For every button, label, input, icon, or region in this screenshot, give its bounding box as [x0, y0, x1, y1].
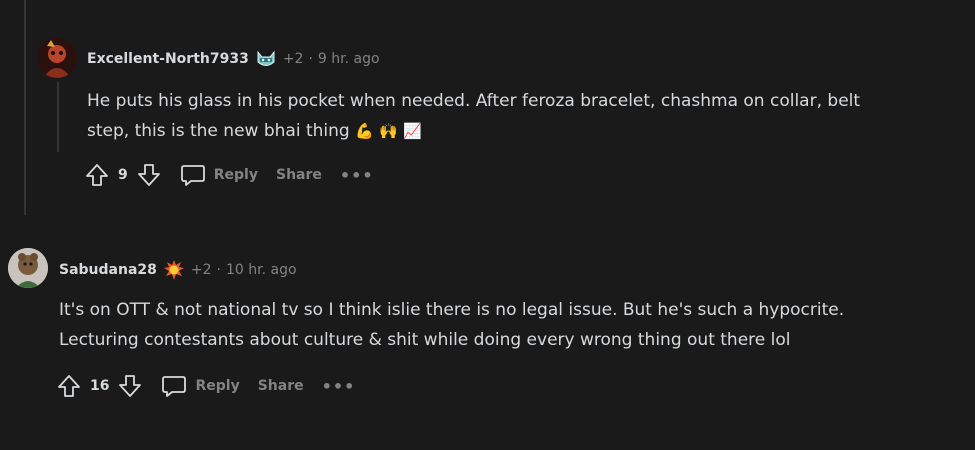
- downvote-icon[interactable]: [136, 162, 162, 188]
- comment-bubble-icon: [180, 162, 206, 188]
- comment-body: He puts his glass in his pocket when nee…: [87, 86, 967, 146]
- share-button[interactable]: Share: [258, 378, 304, 394]
- raised-hands-emoji: 🙌: [379, 122, 398, 140]
- separator-dot: ·: [308, 51, 313, 67]
- avatar[interactable]: [37, 38, 77, 78]
- vote-count: 16: [90, 378, 110, 394]
- downvote-icon[interactable]: [117, 373, 143, 399]
- comment-bubble-icon: [161, 373, 187, 399]
- chart-increasing-emoji: 📈: [403, 122, 422, 140]
- vote-count: 9: [118, 167, 128, 183]
- upvote-icon[interactable]: [84, 162, 110, 188]
- comment-text: step, this is the new bhai thing: [87, 121, 350, 141]
- cat-face-icon: [255, 48, 277, 70]
- comment-text-line-1: It's on OTT & not national tv so I think…: [59, 300, 845, 320]
- separator-dot: ·: [216, 262, 221, 278]
- username[interactable]: Excellent-North7933: [87, 51, 249, 67]
- timestamp[interactable]: 9 hr. ago: [318, 51, 380, 67]
- reply-label: Reply: [195, 378, 240, 394]
- username[interactable]: Sabudana28: [59, 262, 157, 278]
- reply-button[interactable]: Reply: [180, 162, 258, 188]
- upvote-icon[interactable]: [56, 373, 82, 399]
- more-options-button[interactable]: •••: [322, 377, 356, 396]
- comment-actions: 9 Reply Share •••: [84, 162, 374, 188]
- avatar[interactable]: [8, 248, 48, 288]
- share-button[interactable]: Share: [276, 167, 322, 183]
- more-options-button[interactable]: •••: [340, 166, 374, 185]
- thread-line-child: [57, 82, 59, 152]
- comment-actions: 16 Reply Share •••: [56, 373, 355, 399]
- reply-button[interactable]: Reply: [161, 373, 240, 399]
- comment-body: It's on OTT & not national tv so I think…: [59, 295, 969, 355]
- fire-burst-icon: [163, 259, 185, 281]
- timestamp[interactable]: 10 hr. ago: [226, 262, 297, 278]
- thread-line-parent: [24, 0, 26, 215]
- comment-text-line-1: He puts his glass in his pocket when nee…: [87, 91, 861, 111]
- reply-label: Reply: [213, 167, 258, 183]
- karma-count: +2: [282, 51, 304, 67]
- comment-text-line-2: step, this is the new bhai thing 💪 🙌 📈: [87, 116, 967, 146]
- flexed-biceps-emoji: 💪: [355, 122, 374, 140]
- karma-count: +2: [190, 262, 212, 278]
- comment-text-line-2: Lecturing contestants about culture & sh…: [59, 330, 791, 350]
